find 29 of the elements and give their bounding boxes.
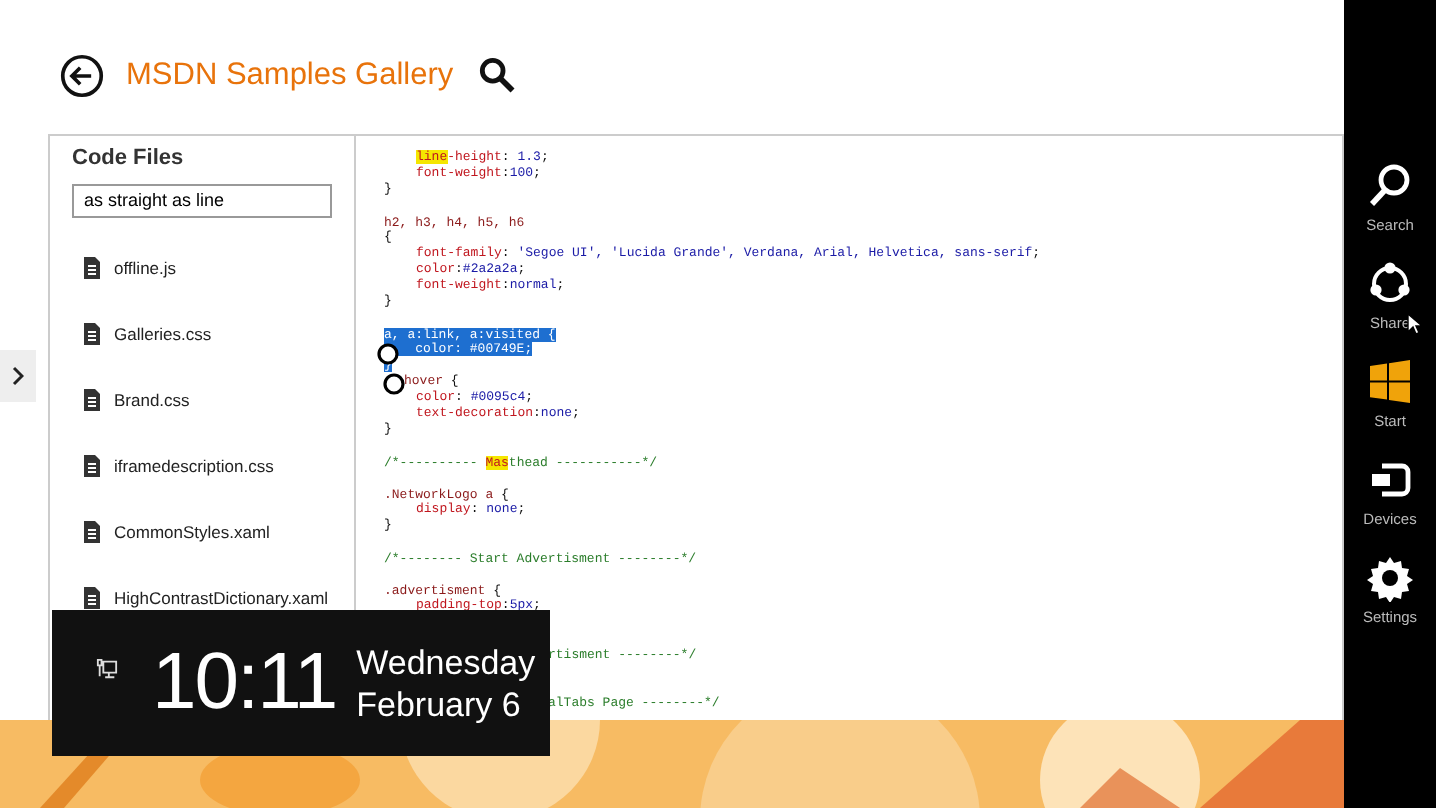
back-button[interactable] bbox=[60, 53, 104, 97]
file-item[interactable]: iframedescription.css bbox=[72, 433, 354, 499]
document-icon bbox=[82, 586, 102, 610]
weekday: Wednesday bbox=[356, 641, 536, 683]
mouse-cursor-icon bbox=[1406, 312, 1422, 336]
chevron-icon bbox=[12, 366, 24, 386]
date: February 6 bbox=[356, 683, 523, 725]
settings-icon bbox=[1366, 554, 1414, 602]
search-icon[interactable] bbox=[477, 56, 516, 94]
file-item[interactable]: Galleries.css bbox=[72, 301, 354, 367]
clock-time: 10:11 bbox=[152, 638, 337, 728]
document-icon bbox=[82, 256, 102, 280]
section-title: Code Files bbox=[72, 146, 186, 170]
expand-button[interactable] bbox=[0, 350, 36, 402]
search-icon bbox=[1366, 162, 1414, 210]
document-icon bbox=[82, 322, 102, 346]
document-icon bbox=[82, 454, 102, 478]
share-icon bbox=[1366, 260, 1414, 308]
document-icon bbox=[82, 388, 102, 412]
file-item[interactable]: CommonStyles.xaml bbox=[72, 499, 354, 565]
search-field[interactable]: as straight as line bbox=[72, 183, 332, 217]
file-item[interactable]: Brand.css bbox=[72, 367, 354, 433]
network-icon bbox=[96, 658, 118, 680]
file-item[interactable]: offline.js bbox=[72, 235, 354, 301]
selection-handle[interactable] bbox=[382, 372, 406, 396]
windows-logo-icon bbox=[1366, 358, 1414, 406]
app-title: MSDN Samples Gallery bbox=[126, 57, 454, 93]
document-icon bbox=[82, 520, 102, 544]
selection-handle[interactable] bbox=[376, 342, 400, 366]
